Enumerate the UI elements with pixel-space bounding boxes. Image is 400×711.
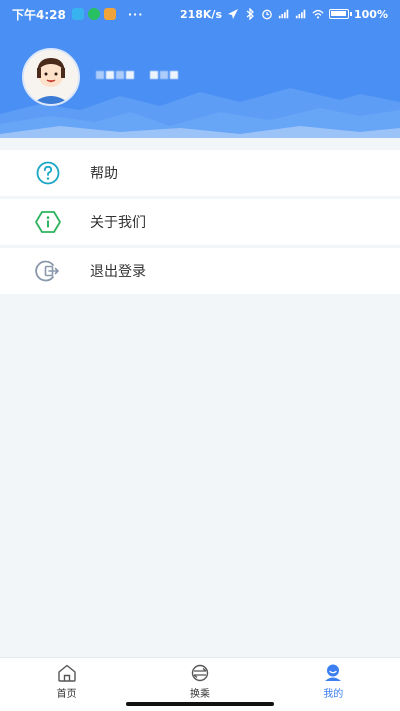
- more-notifications-icon: ···: [127, 7, 144, 21]
- tab-label: 换乘: [189, 689, 210, 700]
- status-time: 下午4:28: [12, 7, 66, 22]
- tab-label: 我的: [323, 689, 344, 700]
- wifi-icon: [312, 9, 324, 19]
- tab-profile[interactable]: 我的: [267, 658, 400, 711]
- menu-item-help[interactable]: 帮助: [0, 150, 400, 196]
- menu-item-label: 关于我们: [90, 215, 146, 231]
- tab-home[interactable]: 首页: [0, 658, 133, 711]
- avatar-image: [24, 50, 78, 104]
- settings-menu: 帮助 关于我们 退出登录: [0, 150, 400, 297]
- profile-header: 下午4:28 ··· 218K/s 100%: [0, 0, 400, 142]
- username-masked: [96, 62, 226, 88]
- menu-item-logout[interactable]: 退出登录: [0, 248, 400, 294]
- telegram-notification-icon: [71, 8, 84, 20]
- help-icon: [34, 159, 62, 187]
- network-speed: 218K/s: [179, 7, 222, 21]
- home-icon: [57, 664, 76, 682]
- location-icon: [228, 9, 238, 19]
- battery-level: 100%: [354, 7, 388, 21]
- profile-screen: 下午4:28 ··· 218K/s 100% 帮助 关于我们 退出登录 首页 换…: [0, 0, 400, 711]
- menu-item-label: 帮助: [90, 166, 118, 182]
- info-icon: [34, 208, 62, 236]
- transfer-icon: [191, 664, 209, 682]
- menu-item-label: 退出登录: [90, 264, 146, 280]
- phone-notification-icon: [87, 8, 100, 20]
- battery-icon: [329, 9, 352, 19]
- avatar[interactable]: [22, 48, 80, 106]
- home-indicator[interactable]: [126, 702, 274, 706]
- logout-icon: [34, 257, 62, 285]
- profile-icon: [325, 664, 342, 681]
- signal-icon-1: [278, 9, 289, 19]
- alarm-icon: [262, 9, 272, 20]
- status-bar: 下午4:28 ··· 218K/s 100%: [0, 0, 400, 28]
- bluetooth-icon: [246, 8, 254, 20]
- app-notification-icon: [103, 8, 116, 20]
- tab-label: 首页: [56, 689, 77, 700]
- menu-item-about[interactable]: 关于我们: [0, 199, 400, 245]
- signal-icon-2: [295, 9, 306, 19]
